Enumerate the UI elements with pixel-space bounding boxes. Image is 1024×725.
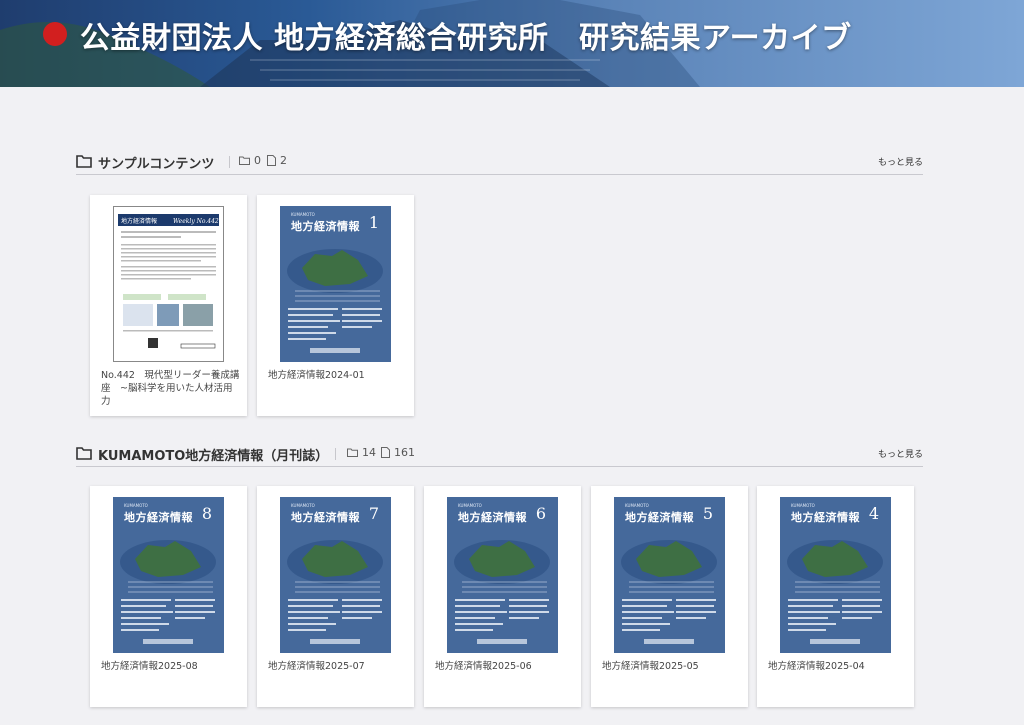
card-title[interactable]: No.442 現代型リーダー養成講座 ~脳科学を用いた人材活用力	[101, 369, 241, 408]
divider	[229, 156, 230, 168]
content-card[interactable]: 地方経済情報 Weekly No.442 No.442 現代型リーダー養成講座 …	[90, 195, 247, 416]
folder-small-icon	[239, 156, 250, 165]
content-card[interactable]: KUMAMOTO 地方経済情報 6 地方経済情報2025-06	[424, 486, 581, 707]
section-title[interactable]: サンプルコンテンツ	[98, 153, 214, 172]
more-link[interactable]: もっと見る	[878, 447, 923, 460]
content-card[interactable]: KUMAMOTO 地方経済情報 4 地方経済情報2025-04	[757, 486, 914, 707]
site-banner: 公益財団法人 地方経済総合研究所 研究結果アーカイブ	[0, 0, 1024, 87]
content-card[interactable]: KUMAMOTO 地方経済情報 8 地方経済情報2025-08	[90, 486, 247, 707]
monthly-cover-thumbnail[interactable]: KUMAMOTO 地方経済情報 6	[447, 497, 558, 653]
card-title[interactable]: 地方経済情報2025-06	[435, 660, 575, 673]
file-icon	[381, 447, 390, 458]
monthly-cover-thumbnail[interactable]: KUMAMOTO 地方経済情報 4	[780, 497, 891, 653]
folder-count: 0	[239, 154, 261, 167]
section-kumamoto-monthly: KUMAMOTO地方経済情報（月刊誌） 14 161 もっと見る	[76, 445, 923, 467]
section-sample-contents: サンプルコンテンツ 0 2 もっと見る	[76, 153, 923, 175]
file-count: 161	[381, 446, 415, 459]
folder-icon	[76, 447, 92, 460]
content-card[interactable]: KUMAMOTO 地方経済情報 7 地方経済情報2025-07	[257, 486, 414, 707]
cover-header: KUMAMOTO 地方経済情報 8	[124, 503, 212, 524]
section-title[interactable]: KUMAMOTO地方経済情報（月刊誌）	[98, 445, 328, 464]
card-title[interactable]: 地方経済情報2025-05	[602, 660, 742, 673]
folder-small-icon	[347, 448, 358, 457]
svg-text:地方経済情報: 地方経済情報	[121, 217, 157, 225]
folder-count: 14	[347, 446, 376, 459]
svg-text:Weekly No.442: Weekly No.442	[173, 218, 219, 225]
monthly-cover-thumbnail[interactable]: KUMAMOTO 地方経済情報 5	[614, 497, 725, 653]
monthly-cover-thumbnail[interactable]: KUMAMOTO 地方経済情報 8	[113, 497, 224, 653]
monthly-cover-thumbnail[interactable]: KUMAMOTO 地方経済情報 1	[280, 206, 391, 362]
card-title[interactable]: 地方経済情報2024-01	[268, 369, 408, 382]
monthly-cover-thumbnail[interactable]: KUMAMOTO 地方経済情報 7	[280, 497, 391, 653]
card-title[interactable]: 地方経済情報2025-07	[268, 660, 408, 673]
section-header: KUMAMOTO地方経済情報（月刊誌） 14 161 もっと見る	[76, 445, 923, 467]
cover-header: KUMAMOTO 地方経済情報 6	[458, 503, 546, 524]
cover-header: KUMAMOTO 地方経済情報 4	[791, 503, 879, 524]
card-title[interactable]: 地方経済情報2025-04	[768, 660, 908, 673]
red-circle-logo	[43, 22, 67, 46]
folder-icon	[76, 155, 92, 168]
cover-header: KUMAMOTO 地方経済情報 5	[625, 503, 713, 524]
cover-header: KUMAMOTO 地方経済情報 7	[291, 503, 379, 524]
content-card[interactable]: KUMAMOTO 地方経済情報 1 地方経済情報2024-01	[257, 195, 414, 416]
card-title[interactable]: 地方経済情報2025-08	[101, 660, 241, 673]
file-icon	[267, 155, 276, 166]
more-link[interactable]: もっと見る	[878, 155, 923, 168]
banner-title: 公益財団法人 地方経済総合研究所 研究結果アーカイブ	[80, 21, 852, 56]
weekly-cover-thumbnail[interactable]: 地方経済情報 Weekly No.442	[113, 206, 224, 362]
file-count: 2	[267, 154, 287, 167]
section-header: サンプルコンテンツ 0 2 もっと見る	[76, 153, 923, 175]
content-card[interactable]: KUMAMOTO 地方経済情報 5 地方経済情報2025-05	[591, 486, 748, 707]
cover-header: KUMAMOTO 地方経済情報 1	[291, 212, 379, 233]
divider	[335, 448, 336, 460]
